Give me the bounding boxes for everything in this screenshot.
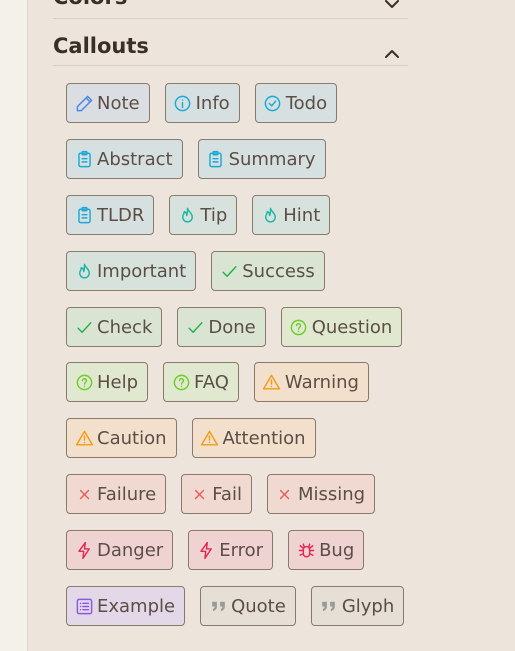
callout-quote-button[interactable]: Quote [200,586,296,626]
callout-label: Example [97,595,176,617]
callout-label: Check [97,316,153,338]
callout-label: Attention [222,427,306,449]
callout-label: Important [97,260,187,282]
callout-label: Caution [97,427,167,449]
callout-info-button[interactable]: Info [164,83,240,123]
callout-label: Warning [284,371,359,393]
callout-faq-button[interactable]: FAQ [163,362,239,402]
callout-label: Info [195,92,230,114]
check-icon [74,317,94,337]
zap-icon [196,540,216,560]
callout-bug-button[interactable]: Bug [288,530,365,570]
callout-label: FAQ [194,371,229,393]
x-icon [189,484,209,504]
callout-label: Question [311,316,393,338]
callout-label: Success [242,260,315,282]
help-circle-icon [171,372,191,392]
chevron-down-icon[interactable] [382,0,402,14]
callout-glyph-button[interactable]: Glyph [310,586,405,626]
clipboard-list-icon [206,149,226,169]
callout-label: Quote [231,595,286,617]
quote-icon [208,596,228,616]
quote-icon [319,596,339,616]
colors-section-title: Colors [53,0,127,8]
left-panel-edge [0,0,28,651]
clipboard-list-icon [74,205,94,225]
callout-important-button[interactable]: Important [66,251,197,291]
x-icon [275,484,295,504]
callout-label: Todo [285,92,328,114]
chevron-up-icon[interactable] [382,44,402,64]
flame-icon [74,261,94,281]
callout-label: Hint [283,204,321,226]
callout-check-button[interactable]: Check [66,307,163,347]
callout-failure-button[interactable]: Failure [66,474,167,514]
list-icon [74,596,94,616]
help-circle-icon [74,372,94,392]
callout-warning-button[interactable]: Warning [253,362,369,402]
callout-fail-button[interactable]: Fail [181,474,252,514]
callouts-section-header[interactable]: Callouts [53,36,408,66]
colors-section-header[interactable]: Colors [53,0,408,19]
check-circle-icon [263,93,283,113]
check-icon [219,261,239,281]
callout-abstract-button[interactable]: Abstract [66,139,183,179]
callout-label: Done [208,316,256,338]
zap-icon [74,540,94,560]
callout-label: Danger [97,539,164,561]
callout-missing-button[interactable]: Missing [266,474,376,514]
alert-triangle-icon [262,372,282,392]
callout-done-button[interactable]: Done [177,307,266,347]
callout-label: Bug [319,539,355,561]
clipboard-list-icon [74,149,94,169]
callouts-section-title: Callouts [53,34,149,58]
callout-error-button[interactable]: Error [188,530,274,570]
callout-attention-button[interactable]: Attention [191,418,316,458]
info-icon [173,93,193,113]
callout-tip-button[interactable]: Tip [169,195,238,235]
callout-label: Tip [200,204,228,226]
callout-help-button[interactable]: Help [66,362,149,402]
alert-triangle-icon [200,428,220,448]
callout-hint-button[interactable]: Hint [252,195,331,235]
callout-label: Missing [297,483,366,505]
callout-tldr-button[interactable]: TLDR [66,195,155,235]
check-icon [185,317,205,337]
bug-icon [296,540,316,560]
x-icon [74,484,94,504]
callout-label: Fail [212,483,242,505]
flame-icon [177,205,197,225]
callout-success-button[interactable]: Success [211,251,325,291]
callout-summary-button[interactable]: Summary [197,139,326,179]
callout-todo-button[interactable]: Todo [254,83,338,123]
callout-label: Abstract [97,148,173,170]
callout-label: Failure [97,483,157,505]
help-circle-icon [289,317,309,337]
pencil-icon [74,93,94,113]
callout-question-button[interactable]: Question [280,307,403,347]
callout-label: Error [219,539,264,561]
callout-label: TLDR [97,204,145,226]
callout-example-button[interactable]: Example [66,586,186,626]
alert-triangle-icon [74,428,94,448]
callout-note-button[interactable]: Note [66,83,150,123]
callout-label: Help [97,371,139,393]
callout-danger-button[interactable]: Danger [66,530,174,570]
callout-label: Glyph [341,595,395,617]
callout-label: Summary [228,148,316,170]
callout-caution-button[interactable]: Caution [66,418,177,458]
flame-icon [260,205,280,225]
callout-label: Note [97,92,140,114]
